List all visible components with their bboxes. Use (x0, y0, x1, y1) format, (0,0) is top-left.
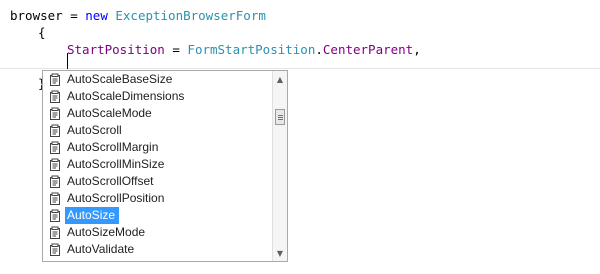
member-dot: . (315, 42, 323, 57)
current-line-highlight (0, 68, 600, 69)
text-cursor (67, 53, 68, 69)
code-line-2: { (38, 25, 46, 40)
property-icon (45, 156, 65, 173)
intellisense-completion-list[interactable]: AutoScaleBaseSize AutoScaleDimensions Auto… (42, 70, 288, 262)
property-icon (45, 105, 65, 122)
type-exception-browser-form: ExceptionBrowserForm (115, 8, 266, 23)
completion-item-label: AutoScrollMinSize (67, 157, 165, 171)
completion-item[interactable]: AutoValidate (43, 241, 273, 258)
completion-item[interactable]: AutoSize (43, 207, 273, 224)
completion-item-label: AutoScrollMargin (67, 140, 159, 154)
completion-item[interactable]: AutoScaleDimensions (43, 88, 273, 105)
completion-item[interactable]: AutoScrollMargin (43, 139, 273, 156)
code-line-3: StartPosition = FormStartPosition.Center… (67, 42, 421, 57)
scrollbar-thumb[interactable] (275, 109, 285, 125)
property-icon (45, 71, 65, 88)
completion-item[interactable]: AutoScrollOffset (43, 173, 273, 190)
property-icon (45, 190, 65, 207)
completion-item-label: AutoScroll (67, 123, 122, 137)
property-icon (45, 139, 65, 156)
member-center-parent: CenterParent (322, 42, 414, 57)
completion-item[interactable]: AutoSizeMode (43, 224, 273, 241)
completion-item-label: AutoValidate (67, 242, 135, 256)
keyword-new: new (85, 8, 108, 23)
completion-item-label: AutoScaleMode (67, 106, 152, 120)
scroll-down-arrow-icon[interactable]: ▼ (273, 246, 287, 260)
open-brace: { (38, 25, 46, 40)
comma: , (413, 42, 421, 57)
assign-operator: = (62, 8, 86, 23)
completion-item-label: AutoScaleDimensions (67, 89, 185, 103)
completion-item-label: AutoSizeMode (67, 225, 146, 239)
completion-item[interactable]: AutoScrollPosition (43, 190, 273, 207)
completion-scrollbar[interactable]: ▲ ▼ (272, 71, 287, 261)
completion-item[interactable]: AutoScrollMinSize (43, 156, 273, 173)
completion-item[interactable]: AutoScaleMode (43, 105, 273, 122)
type-form-start-position: FormStartPosition (187, 42, 316, 57)
scroll-up-arrow-icon[interactable]: ▲ (273, 72, 287, 86)
variable-browser: browser (10, 8, 63, 23)
completion-item-label: AutoScaleBaseSize (67, 72, 173, 86)
completion-item-label: AutoScrollOffset (67, 174, 154, 188)
property-icon (45, 241, 65, 258)
completion-item[interactable]: AutoScroll (43, 122, 273, 139)
assign-operator: = (164, 42, 188, 57)
property-icon (45, 88, 65, 105)
property-start-position: StartPosition (67, 42, 165, 57)
property-icon (45, 122, 65, 139)
completion-item[interactable]: AutoScaleBaseSize (43, 71, 273, 88)
completion-item-label: AutoSize (65, 207, 120, 224)
completion-item-label: AutoScrollPosition (67, 191, 165, 205)
property-icon (45, 224, 65, 241)
code-line-1: browser = new ExceptionBrowserForm (10, 8, 266, 23)
property-icon (45, 207, 65, 224)
completion-items: AutoScaleBaseSize AutoScaleDimensions Auto… (43, 71, 273, 258)
property-icon (45, 173, 65, 190)
